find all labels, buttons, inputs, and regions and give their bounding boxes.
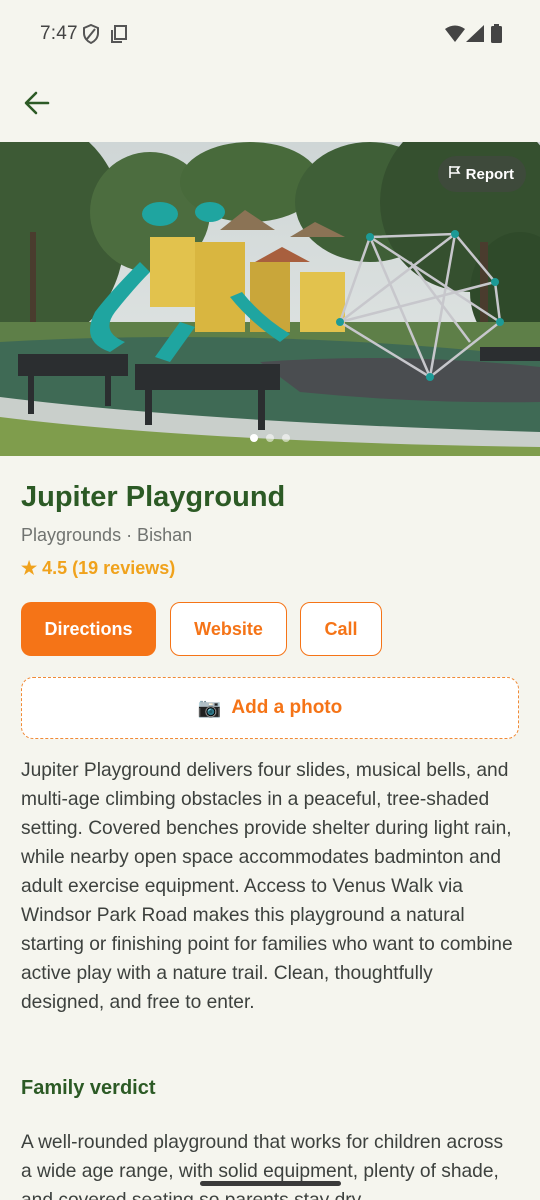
family-verdict-text: A well-rounded playground that works for… [21, 1132, 504, 1200]
back-button[interactable] [16, 84, 58, 126]
rating-summary[interactable]: ★ 4.5 (19 reviews) [21, 558, 175, 579]
wifi-icon [445, 25, 465, 47]
report-label: Report [465, 165, 514, 183]
place-description: Jupiter Playground delivers four slides,… [21, 760, 513, 1013]
page-title: Jupiter Playground [21, 481, 286, 513]
status-time: 7:47 [40, 23, 78, 44]
signal-icon [466, 25, 484, 47]
directions-button[interactable]: Directions [21, 602, 156, 656]
carousel-dot[interactable] [266, 434, 274, 442]
status-bar: 7:47 [0, 0, 540, 68]
website-button[interactable]: Website [170, 602, 287, 656]
gesture-nav-handle[interactable] [200, 1181, 341, 1186]
add-photo-label: Add a photo [231, 697, 343, 718]
family-verdict-heading: Family verdict [21, 1077, 156, 1099]
app-bar [0, 68, 540, 142]
flag-icon [448, 165, 462, 183]
photo-carousel[interactable]: Report [0, 142, 540, 456]
screenshot-icon [110, 24, 128, 49]
call-button[interactable]: Call [300, 602, 382, 656]
battery-icon [491, 24, 502, 48]
add-photo-button[interactable]: 📷 Add a photo [21, 677, 519, 739]
category-location: Playgrounds · Bishan [21, 525, 193, 545]
carousel-dot[interactable] [282, 434, 290, 442]
report-button[interactable]: Report [437, 156, 526, 192]
carousel-indicator [0, 434, 540, 442]
arrow-left-icon [24, 91, 50, 120]
shield-icon [82, 23, 100, 49]
carousel-dot[interactable] [250, 434, 258, 442]
camera-icon: 📷 [197, 698, 222, 719]
